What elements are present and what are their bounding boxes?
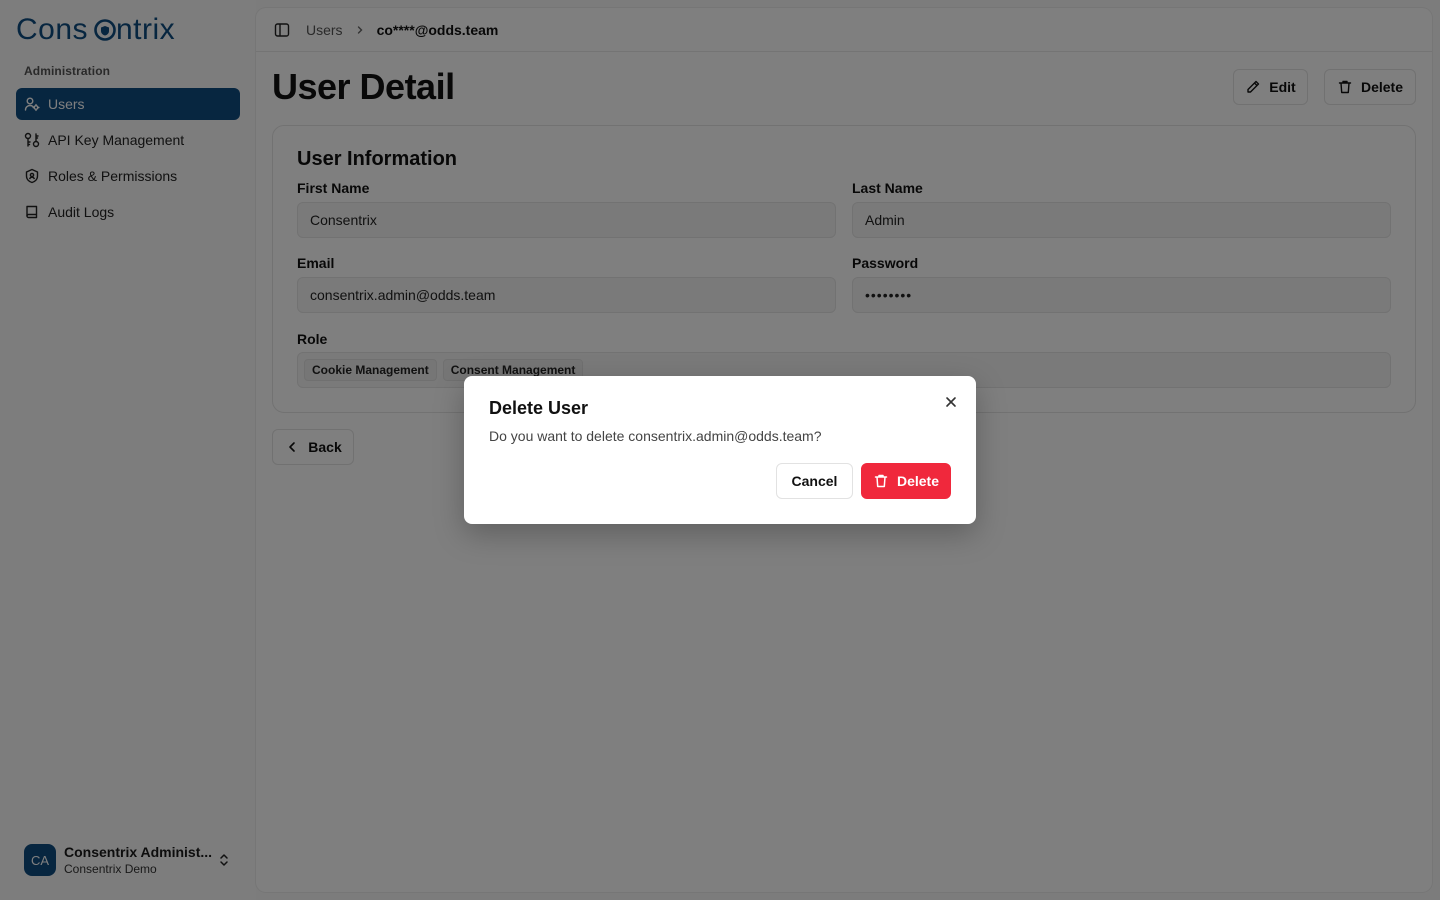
delete-user-dialog: Delete User Do you want to delete consen… bbox=[464, 376, 976, 524]
dialog-title: Delete User bbox=[489, 398, 589, 418]
dialog-description: Do you want to delete consentrix.admin@o… bbox=[489, 428, 822, 444]
confirm-delete-button[interactable]: Delete bbox=[861, 463, 951, 499]
trash-icon bbox=[873, 473, 897, 489]
close-icon[interactable] bbox=[942, 393, 960, 411]
cancel-button[interactable]: Cancel bbox=[776, 463, 853, 499]
confirm-delete-label: Delete bbox=[896, 473, 940, 489]
